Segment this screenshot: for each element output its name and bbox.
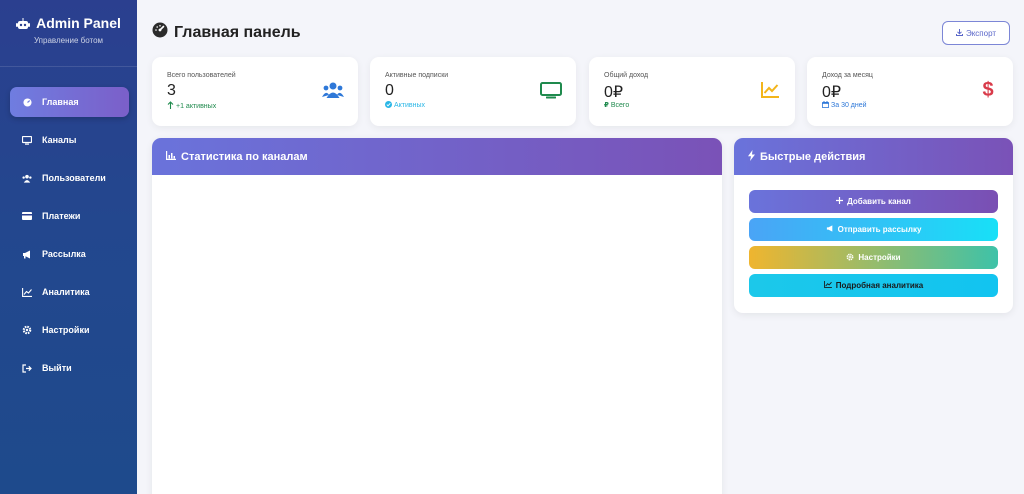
sidebar-item-label: Рассылка xyxy=(42,249,86,259)
megaphone-icon xyxy=(826,225,834,234)
brand: Admin Panel Управление ботом xyxy=(0,0,137,67)
stat-card-monthly-income: Доход за месяц 0₽ За 30 дней $ xyxy=(807,57,1013,126)
settings-button[interactable]: Настройки xyxy=(749,246,998,269)
chart-line-icon xyxy=(823,281,832,290)
quick-actions-panel: Быстрые действия Добавить канал Отправит… xyxy=(734,138,1013,313)
sidebar-item-label: Каналы xyxy=(42,135,77,145)
sidebar-item-label: Платежи xyxy=(42,211,81,221)
sidebar-item-label: Главная xyxy=(42,97,79,107)
dashboard-icon xyxy=(22,97,32,107)
stat-sub-text: Всего xyxy=(610,101,630,109)
sidebar-item-mailing[interactable]: Рассылка xyxy=(10,239,129,269)
page-title-text: Главная панель xyxy=(174,23,301,41)
chart-line-icon xyxy=(759,81,781,99)
stat-sub: Активных xyxy=(385,101,425,110)
check-circle-icon xyxy=(385,101,392,110)
sidebar-item-settings[interactable]: Настройки xyxy=(10,315,129,345)
send-mailing-button[interactable]: Отправить рассылку xyxy=(749,218,998,241)
detailed-analytics-label: Подробная аналитика xyxy=(835,281,924,290)
ruble-icon: ₽ xyxy=(604,102,609,109)
sidebar-item-logout[interactable]: Выйти xyxy=(10,353,129,383)
stat-sub: ₽ Всего xyxy=(604,101,630,110)
stat-label: Активные подписки xyxy=(385,72,449,79)
channels-stats-title: Статистика по каналам xyxy=(181,150,308,163)
add-channel-button[interactable]: Добавить канал xyxy=(749,190,998,213)
channels-stats-panel: Статистика по каналам xyxy=(152,138,722,494)
brand-title: Admin Panel xyxy=(0,15,137,31)
stat-sub-text: Активных xyxy=(394,102,426,109)
stat-label: Доход за месяц xyxy=(822,72,873,79)
sidebar-item-label: Пользователи xyxy=(42,173,106,183)
sidebar-item-payments[interactable]: Платежи xyxy=(10,201,129,231)
tv-icon xyxy=(22,135,32,145)
stat-sub: За 30 дней xyxy=(822,101,867,110)
sidebar-item-label: Выйти xyxy=(42,363,72,373)
stat-value: 0₽ xyxy=(604,84,624,101)
arrow-up-icon xyxy=(167,101,174,111)
gear-icon xyxy=(22,325,32,335)
users-icon xyxy=(322,81,344,99)
credit-card-icon xyxy=(22,211,32,221)
users-icon xyxy=(22,173,32,183)
sidebar-item-channels[interactable]: Каналы xyxy=(10,125,129,155)
sidebar-item-label: Аналитика xyxy=(42,287,90,297)
stat-value: 0₽ xyxy=(822,84,842,101)
tv-icon xyxy=(540,81,562,99)
stat-card-active-subscriptions: Активные подписки 0 Активных xyxy=(370,57,576,126)
stat-sub: +1 активных xyxy=(167,101,216,111)
stat-sub-text: За 30 дней xyxy=(831,102,867,109)
quick-actions-title: Быстрые действия xyxy=(760,150,866,163)
sidebar-item-users[interactable]: Пользователи xyxy=(10,163,129,193)
stat-label: Общий доход xyxy=(604,72,649,79)
sidebar-nav: Главная Каналы Пользователи Платежи Расс… xyxy=(0,87,137,383)
sidebar-item-label: Настройки xyxy=(42,325,90,335)
stat-value: 3 xyxy=(167,82,176,99)
calendar-icon xyxy=(822,101,829,110)
export-button[interactable]: Экспорт xyxy=(942,21,1010,45)
send-mailing-label: Отправить рассылку xyxy=(837,225,922,234)
detailed-analytics-button[interactable]: Подробная аналитика xyxy=(749,274,998,297)
stat-value: 0 xyxy=(385,82,394,99)
download-icon xyxy=(955,28,963,38)
stat-label: Всего пользователей xyxy=(167,72,236,79)
channels-stats-header: Статистика по каналам xyxy=(152,138,722,175)
dollar-icon: $ xyxy=(982,78,994,101)
brand-title-text: Admin Panel xyxy=(36,15,121,31)
page-title: Главная панель xyxy=(152,22,301,43)
stat-card-total-users: Всего пользователей 3 +1 активных xyxy=(152,57,358,126)
settings-label: Настройки xyxy=(858,253,901,262)
stat-card-total-income: Общий доход 0₽ ₽ Всего xyxy=(589,57,795,126)
add-channel-label: Добавить канал xyxy=(847,197,911,206)
quick-actions-header: Быстрые действия xyxy=(734,138,1013,175)
sidebar-item-home[interactable]: Главная xyxy=(10,87,129,117)
export-button-label: Экспорт xyxy=(965,28,997,38)
sidebar: Admin Panel Управление ботом Главная Кан… xyxy=(0,0,137,494)
gear-icon xyxy=(846,253,854,263)
sign-out-icon xyxy=(22,363,32,373)
bolt-icon xyxy=(748,149,755,164)
main-content: Главная панель Экспорт Всего пользовател… xyxy=(137,0,1024,494)
megaphone-icon xyxy=(22,249,32,259)
robot-icon xyxy=(16,17,31,29)
brand-subtitle: Управление ботом xyxy=(33,36,104,45)
chart-area-icon xyxy=(166,150,176,163)
plus-icon xyxy=(836,197,844,206)
gauge-icon xyxy=(152,22,168,43)
stat-sub-text: +1 активных xyxy=(176,102,217,110)
sidebar-item-analytics[interactable]: Аналитика xyxy=(10,277,129,307)
chart-line-icon xyxy=(22,287,32,297)
